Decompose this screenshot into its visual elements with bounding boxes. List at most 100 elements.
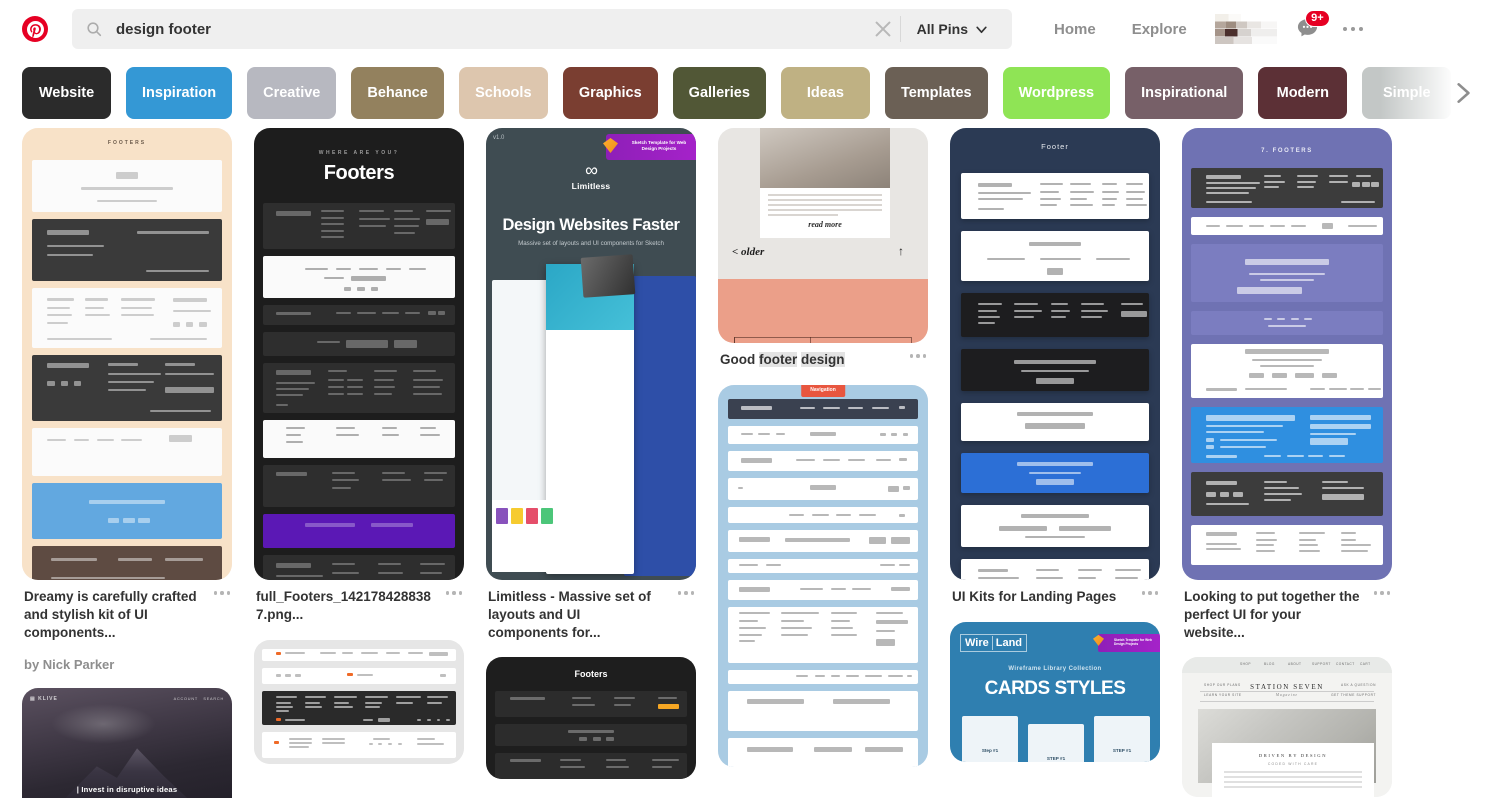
pin-column: Footer UI Kits for Landing Pages Wire Land S…: [950, 128, 1160, 778]
filter-chip-graphics[interactable]: Graphics: [562, 67, 658, 119]
filter-chip-schools[interactable]: Schools: [458, 67, 548, 119]
filter-chip-label: Ideas: [806, 85, 844, 101]
chevron-right-icon[interactable]: [1450, 80, 1476, 106]
filter-chip-label: Creative: [263, 85, 321, 101]
pin-image[interactable]: ▤ KLIVE ACCOUNT SEARCH | Invest in disrupti…: [22, 688, 232, 798]
pin-title-text: Good: [720, 352, 759, 367]
all-pins-dropdown[interactable]: All Pins: [901, 9, 1002, 49]
filter-chip-templates[interactable]: Templates: [884, 67, 988, 119]
nav-explore[interactable]: Explore: [1114, 21, 1205, 38]
filter-chip-modern[interactable]: Modern: [1258, 67, 1348, 119]
more-options-icon[interactable]: [1342, 26, 1364, 32]
more-options-icon[interactable]: [445, 591, 462, 595]
pin-image[interactable]: SHOP BLOG ABOUT SUPPORT CONTACT CART STATION S…: [1182, 657, 1392, 798]
nav-home[interactable]: Home: [1036, 21, 1114, 38]
pin-wireland-cards[interactable]: Wire Land Sketch Template for Web Design P…: [950, 621, 1160, 762]
filter-chip-website[interactable]: Website: [22, 67, 111, 119]
pin-meta: UI Kits for Landing Pages: [950, 580, 1160, 606]
pin-column: FOOTERS Dreamy is carefully crafted and s…: [22, 128, 232, 798]
pin-grid: FOOTERS Dreamy is carefully crafted and s…: [0, 128, 1500, 798]
pin-dreamy-ui-kit[interactable]: FOOTERS Dreamy is carefully crafted and s…: [22, 128, 232, 672]
filter-chip-label: Inspirational: [1141, 85, 1228, 101]
pin-meta: full_Footers_1421784288387.png...: [254, 580, 464, 624]
pin-image[interactable]: 7. FOOTERS: [1182, 128, 1392, 580]
pin-title: full_Footers_1421784288387.png...: [256, 589, 431, 622]
filter-chip-label: Schools: [475, 85, 532, 101]
search-icon: [87, 22, 102, 37]
filter-chip-inspiration[interactable]: Inspiration: [126, 67, 233, 119]
all-pins-label: All Pins: [916, 21, 968, 37]
pin-column: WHERE ARE YOU? Footers full_Footers_142178…: [254, 128, 464, 780]
search-bar[interactable]: All Pins: [72, 9, 1012, 49]
filter-chip-label: Modern: [1276, 85, 1329, 101]
notification-badge: 9+: [1305, 10, 1330, 28]
pin-perfect-ui-website[interactable]: 7. FOOTERS Looking to put together the pe…: [1182, 128, 1392, 641]
pin-title: Good footer design: [720, 351, 926, 369]
pin-karl-navigation[interactable]: Navigation: [718, 384, 928, 767]
avatar[interactable]: [1214, 14, 1277, 44]
search-term-highlight: footer: [759, 352, 798, 367]
pin-title: UI Kits for Landing Pages: [952, 589, 1117, 604]
pin-image[interactable]: Navigation: [718, 384, 928, 767]
filter-chips-scroll: Website Inspiration Creative Behance Schools…: [22, 67, 1500, 119]
pin-grid-columns: FOOTERS Dreamy is carefully crafted and s…: [22, 128, 1478, 798]
filter-chip-behance[interactable]: Behance: [351, 67, 444, 119]
more-options-icon[interactable]: [677, 591, 694, 595]
filter-chip-label: Simple: [1383, 85, 1431, 101]
pin-title: Limitless - Massive set of layouts and U…: [488, 589, 651, 640]
filter-chip-label: Socks: [1489, 85, 1500, 101]
more-options-icon[interactable]: [909, 354, 926, 358]
pin-image[interactable]: v1.0 Sketch Template for Web Design Proje…: [486, 128, 696, 580]
pin-footers-dark-2[interactable]: Footers: [486, 657, 696, 780]
pin-image[interactable]: FOOTERS: [22, 128, 232, 580]
pin-meta: Limitless - Massive set of layouts and U…: [486, 580, 696, 641]
pin-full-footers-png[interactable]: WHERE ARE YOU? Footers full_Footers_142178…: [254, 128, 464, 624]
pin-station-seven[interactable]: SHOP BLOG ABOUT SUPPORT CONTACT CART STATION S…: [1182, 657, 1392, 798]
pin-column: 7. FOOTERS Looking to put together the pe…: [1182, 128, 1392, 798]
pin-meta: Looking to put together the perfect UI f…: [1182, 580, 1392, 641]
filter-chips-row: Website Inspiration Creative Behance Schools…: [0, 58, 1500, 128]
close-icon[interactable]: [872, 18, 894, 40]
pin-limitless-layouts[interactable]: v1.0 Sketch Template for Web Design Proje…: [486, 128, 696, 641]
pin-basecoat-ui[interactable]: [254, 639, 464, 764]
filter-chip-inspirational[interactable]: Inspirational: [1125, 67, 1244, 119]
pin-meta: Dreamy is carefully crafted and stylish …: [22, 580, 232, 672]
filter-chip-label: Galleries: [688, 85, 750, 101]
pin-image[interactable]: Footers: [486, 657, 696, 780]
filter-chip-simple[interactable]: Simple: [1362, 67, 1452, 119]
filter-chip-galleries[interactable]: Galleries: [672, 67, 766, 119]
pin-image[interactable]: [254, 639, 464, 764]
chevron-down-icon: [976, 26, 987, 33]
messages-icon[interactable]: 9+: [1295, 10, 1330, 42]
pin-column: read more< older↑&SITE MAPABOUTSHOPBLOGL…: [718, 128, 928, 783]
filter-chip-label: Graphics: [578, 85, 642, 101]
filter-chip-wordpress[interactable]: Wordpress: [1002, 67, 1111, 119]
search-input[interactable]: [116, 20, 872, 38]
pin-good-footer-design[interactable]: read more< older↑&SITE MAPABOUTSHOPBLOGL…: [718, 128, 928, 369]
filter-chip-label: Behance: [367, 85, 428, 101]
pin-title: Dreamy is carefully crafted and stylish …: [24, 589, 197, 640]
filter-chip-ideas[interactable]: Ideas: [780, 67, 870, 119]
pin-meta: Good footer design: [718, 343, 928, 369]
header-nav: Home Explore: [1036, 21, 1205, 38]
top-header: All Pins Home Explore 9+: [0, 0, 1500, 58]
pin-image[interactable]: Footer: [950, 128, 1160, 580]
pin-image[interactable]: WHERE ARE YOU? Footers: [254, 128, 464, 580]
filter-chip-label: Wordpress: [1018, 85, 1095, 101]
pin-title: Looking to put together the perfect UI f…: [1184, 589, 1360, 640]
search-term-highlight: design: [801, 352, 845, 367]
filter-chip-label: Inspiration: [142, 85, 217, 101]
pin-column: v1.0 Sketch Template for Web Design Proje…: [486, 128, 696, 795]
more-options-icon[interactable]: [213, 591, 230, 595]
filter-chip-label: Templates: [900, 85, 972, 101]
pinterest-logo-icon[interactable]: [22, 16, 48, 42]
more-options-icon[interactable]: [1373, 591, 1390, 595]
filter-chip-label: Website: [38, 85, 95, 101]
pin-image[interactable]: Wire Land Sketch Template for Web Design P…: [950, 621, 1160, 762]
pin-ui-kits-landing[interactable]: Footer UI Kits for Landing Pages: [950, 128, 1160, 606]
more-options-icon[interactable]: [1141, 591, 1158, 595]
filter-chip-creative[interactable]: Creative: [247, 67, 337, 119]
pin-image[interactable]: read more< older↑&SITE MAPABOUTSHOPBLOGL…: [718, 128, 928, 343]
pin-author[interactable]: by Nick Parker: [24, 657, 230, 672]
pin-mountain-invest[interactable]: ▤ KLIVE ACCOUNT SEARCH | Invest in disrupti…: [22, 688, 232, 798]
